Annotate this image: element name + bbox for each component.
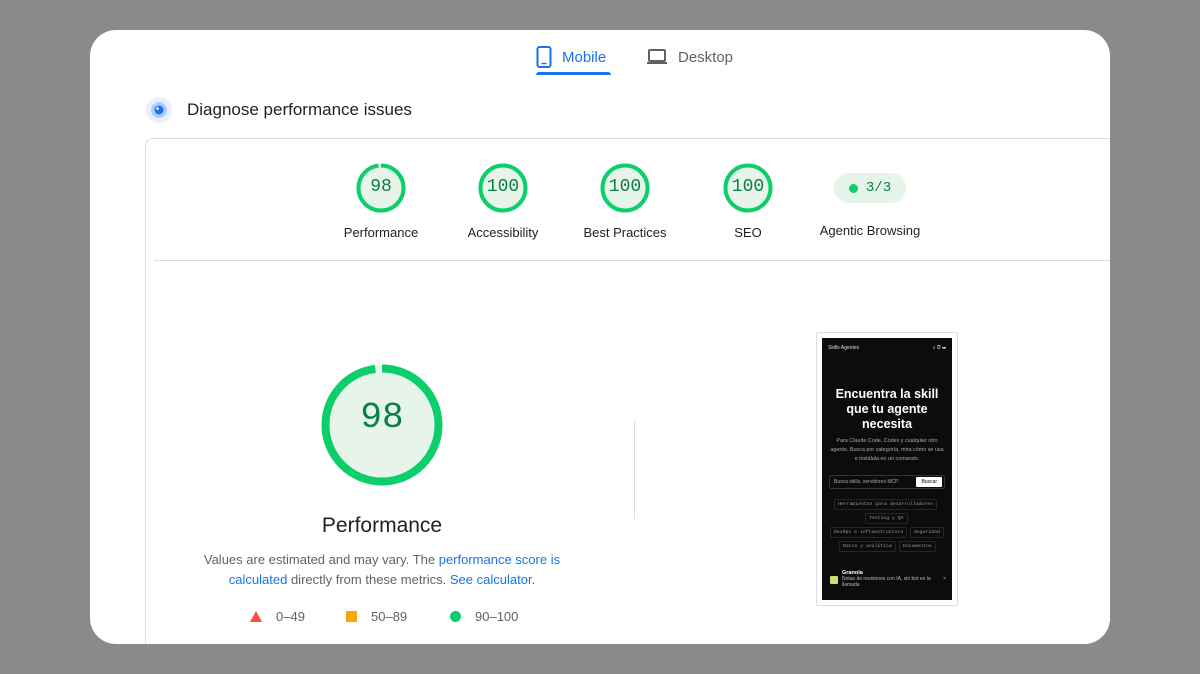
legend-average: 50–89	[346, 609, 407, 624]
category-gauges: 98 Performance 100 Accessibility 100 Bes…	[146, 139, 1110, 261]
gauge-best-practices[interactable]: 100 Best Practices	[565, 163, 685, 240]
preview-heading: Encuentra la skill que tu agente necesit…	[835, 387, 939, 431]
legend-fail: 0–49	[250, 609, 305, 624]
diagnose-title: Diagnose performance issues	[187, 100, 412, 119]
gauge-agentic-browsing[interactable]: 3/3 Agentic Browsing	[810, 163, 930, 238]
active-tab-indicator	[536, 72, 611, 75]
preview-card: Granola Notas de reuniones con IA, sin b…	[828, 568, 946, 594]
fail-triangle-icon	[250, 611, 262, 622]
gauge-label: Accessibility	[467, 225, 539, 240]
performance-score-large: 98	[360, 397, 404, 438]
desc-text: directly from these metrics.	[287, 572, 450, 587]
gauge-label: SEO	[734, 225, 762, 240]
preview-card-logo	[830, 576, 838, 584]
preview-app-bar: Skills Agentes ⌕ ◎ ☰	[828, 345, 946, 351]
desc-text: .	[531, 572, 536, 587]
preview-subtitle: Para Claude Code, Codex y cualquier otro…	[830, 438, 944, 462]
preview-toolbar-icons: ⌕ ◎ ☰	[932, 345, 946, 351]
performance-title: Performance	[321, 514, 443, 537]
preview-chip: DevOps e infraestructura	[830, 527, 908, 538]
agentic-pill: 3/3	[834, 173, 906, 203]
tab-mobile-label: Mobile	[562, 48, 607, 66]
gauge-accessibility[interactable]: 100 Accessibility	[443, 163, 563, 240]
tab-mobile[interactable]: Mobile	[536, 40, 606, 74]
see-calculator-link[interactable]: See calculator	[450, 572, 532, 587]
vertical-divider	[634, 421, 635, 519]
desc-text: Values are estimated and may vary. The	[203, 552, 439, 567]
diagnose-icon	[145, 96, 173, 124]
legend-fail-label: 0–49	[276, 609, 305, 624]
gauge-label: Performance	[343, 225, 419, 240]
gauge-seo[interactable]: 100 SEO	[688, 163, 808, 240]
preview-chip: Datos y analítica	[839, 541, 896, 552]
agentic-value: 3/3	[865, 180, 892, 196]
performance-description: Values are estimated and may vary. The p…	[196, 550, 568, 590]
preview-search-placeholder: Busca skills, servidores MCP	[834, 479, 899, 485]
preview-chip: Testing y QA	[865, 513, 908, 524]
gauge-score: 98	[370, 177, 392, 197]
legend-average-label: 50–89	[371, 609, 408, 624]
divider	[154, 260, 1110, 261]
device-tabs: Mobile Desktop	[90, 30, 1110, 80]
gauge-label: Best Practices	[583, 225, 667, 240]
preview-search-button: Buscar	[916, 477, 942, 487]
close-icon: ×	[943, 576, 946, 582]
gauge-score: 100	[486, 177, 520, 197]
tab-desktop[interactable]: Desktop	[646, 40, 733, 74]
tab-desktop-label: Desktop	[678, 48, 734, 66]
preview-app-title: Skills Agentes	[828, 345, 860, 351]
pass-dot-icon	[848, 183, 858, 193]
page-screenshot[interactable]: Skills Agentes ⌕ ◎ ☰ Encuentra la skill …	[816, 332, 958, 606]
gauge-score: 100	[731, 177, 765, 197]
diagnose-header: Diagnose performance issues	[145, 96, 412, 124]
preview-search: Busca skills, servidores MCP Buscar	[829, 475, 945, 489]
gauge-label: Agentic Browsing	[819, 223, 921, 238]
gauge-score: 100	[608, 177, 642, 197]
legend-pass: 90–100	[450, 609, 518, 624]
preview-card-text: Notas de reuniones con IA, sin bot en la…	[842, 576, 931, 588]
average-square-icon	[346, 611, 357, 622]
smartphone-icon	[536, 46, 552, 68]
preview-chip: Seguridad	[910, 527, 944, 538]
preview-chip: Documentos	[899, 541, 936, 552]
laptop-icon	[646, 48, 668, 66]
gauge-performance[interactable]: 98 Performance	[321, 163, 441, 240]
screenshot-screen: Skills Agentes ⌕ ◎ ☰ Encuentra la skill …	[822, 338, 952, 600]
pass-circle-icon	[450, 611, 461, 622]
report-card: Mobile Desktop Diagnose performance issu…	[90, 30, 1110, 644]
preview-chip: Herramientas para desarrolladores	[834, 499, 937, 510]
legend-pass-label: 90–100	[475, 609, 519, 624]
report-panel: 98 Performance 100 Accessibility 100 Bes…	[145, 138, 1110, 644]
